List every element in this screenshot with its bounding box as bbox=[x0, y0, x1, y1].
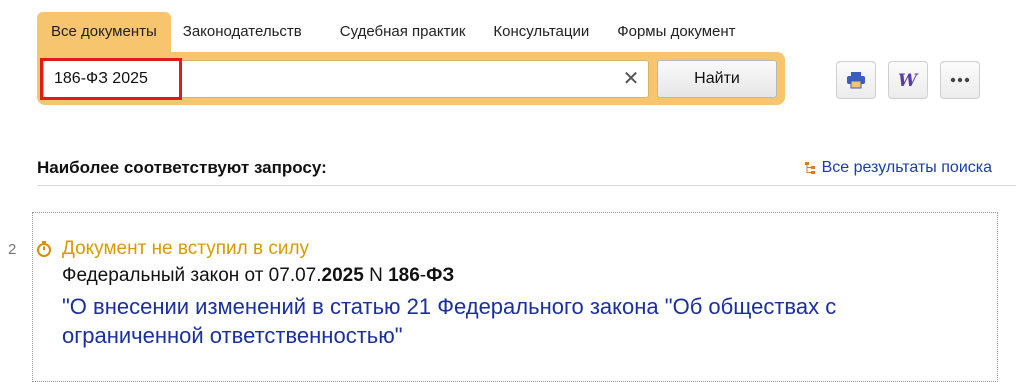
meta-prefix: Федеральный закон от 07.07. bbox=[62, 265, 322, 286]
result-number: 2 bbox=[8, 241, 17, 258]
close-icon[interactable]: ✕ bbox=[622, 69, 640, 89]
stopwatch-icon bbox=[37, 241, 51, 257]
more-button[interactable] bbox=[940, 61, 980, 99]
document-status: Документ не вступил в силу bbox=[62, 238, 310, 259]
tab-court-practice[interactable]: Судебная практик bbox=[328, 12, 482, 54]
document-type-tabs: Все документы Законодательств Судебная п… bbox=[37, 12, 748, 54]
search-input[interactable] bbox=[54, 61, 614, 97]
section-divider bbox=[37, 185, 1016, 186]
tab-legislation[interactable]: Законодательств bbox=[171, 12, 328, 54]
print-button[interactable] bbox=[836, 61, 876, 99]
find-button[interactable]: Найти bbox=[657, 60, 777, 98]
all-results-link[interactable]: Все результаты поиска bbox=[804, 159, 992, 177]
document-meta: Федеральный закон от 07.07.2025 N 186-ФЗ bbox=[62, 265, 454, 287]
more-icon bbox=[950, 77, 970, 83]
all-results-label: Все результаты поиска bbox=[821, 159, 992, 176]
printer-icon bbox=[847, 72, 865, 89]
search-field: ✕ bbox=[40, 58, 649, 100]
meta-year: 2025 bbox=[321, 265, 364, 286]
export-word-button[interactable]: W bbox=[888, 61, 928, 99]
tab-all-documents[interactable]: Все документы bbox=[37, 12, 171, 54]
results-tree-icon bbox=[804, 161, 819, 175]
meta-number: 186 bbox=[388, 265, 420, 286]
word-icon: W bbox=[898, 72, 919, 88]
results-section-title: Наиболее соответствуют запросу: bbox=[37, 158, 327, 177]
search-bar: ✕ Найти bbox=[37, 52, 785, 105]
tab-document-forms[interactable]: Формы документ bbox=[605, 12, 747, 54]
tab-consultations[interactable]: Консультации bbox=[481, 12, 605, 54]
document-title-link[interactable]: "О внесении изменений в статью 21 Федера… bbox=[62, 292, 962, 350]
meta-mid: N bbox=[363, 265, 389, 286]
meta-law-type: ФЗ bbox=[426, 265, 455, 286]
svg-text:W: W bbox=[898, 72, 919, 88]
